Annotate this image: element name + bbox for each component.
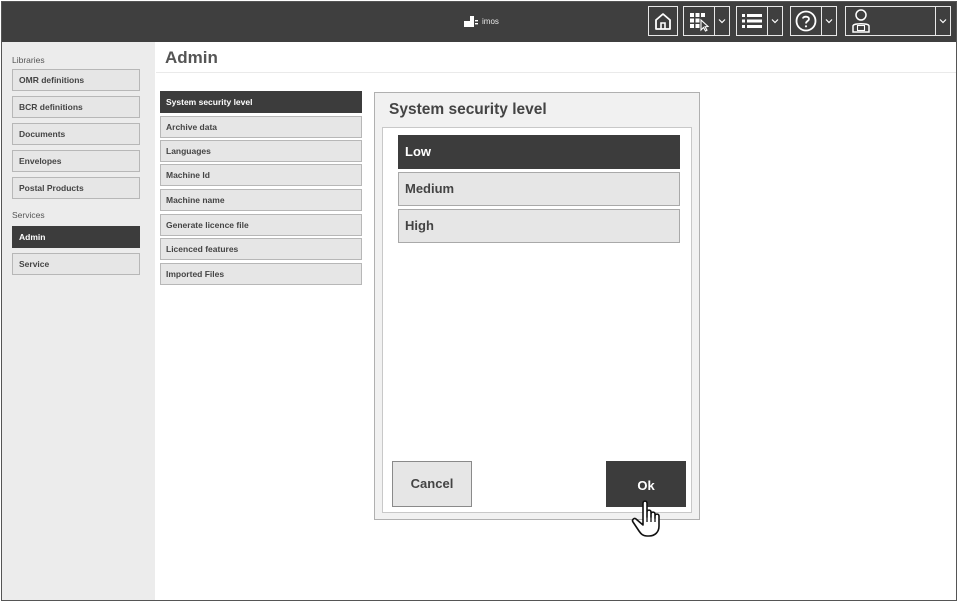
grid-view-caret[interactable] bbox=[714, 7, 729, 35]
sidebar-item-omr-definitions[interactable]: OMR definitions bbox=[12, 69, 140, 91]
sidebar-item-bcr-definitions[interactable]: BCR definitions bbox=[12, 96, 140, 118]
hand-pointer-icon bbox=[631, 500, 660, 537]
user-button[interactable] bbox=[846, 7, 876, 35]
option-medium[interactable]: Medium bbox=[398, 172, 680, 206]
chevron-down-icon bbox=[939, 19, 947, 24]
grid-view-button[interactable] bbox=[684, 7, 714, 35]
admin-menu-system-security-level[interactable]: System security level bbox=[160, 91, 362, 113]
admin-menu-generate-licence-file[interactable]: Generate licence file bbox=[160, 214, 362, 236]
dialog-title: System security level bbox=[389, 101, 547, 118]
logo-text: imos bbox=[482, 17, 499, 26]
help-dropdown[interactable] bbox=[790, 6, 837, 36]
help-caret[interactable] bbox=[821, 7, 836, 35]
admin-menu-licenced-features[interactable]: Licenced features bbox=[160, 238, 362, 260]
list-view-caret[interactable] bbox=[767, 7, 782, 35]
option-high[interactable]: High bbox=[398, 209, 680, 243]
admin-menu-machine-name[interactable]: Machine name bbox=[160, 189, 362, 211]
security-level-dialog: System security level Low Medium High Ca… bbox=[374, 92, 700, 520]
sidebar-item-postal-products[interactable]: Postal Products bbox=[12, 177, 140, 199]
help-button[interactable] bbox=[791, 7, 821, 35]
logo-mark-icon bbox=[464, 16, 478, 27]
list-view-dropdown[interactable] bbox=[736, 6, 783, 36]
sidebar: Libraries OMR definitions BCR definition… bbox=[2, 42, 155, 600]
chevron-down-icon bbox=[825, 19, 833, 24]
top-toolbar: imos bbox=[2, 2, 956, 42]
sidebar-item-envelopes[interactable]: Envelopes bbox=[12, 150, 140, 172]
app-logo: imos bbox=[464, 16, 499, 27]
cancel-button[interactable]: Cancel bbox=[392, 461, 472, 507]
services-section-label: Services bbox=[12, 210, 45, 220]
title-divider bbox=[156, 72, 956, 73]
app-window: imos Libraries OMR definitions BCR defin… bbox=[1, 1, 957, 601]
option-low[interactable]: Low bbox=[398, 135, 680, 169]
home-button[interactable] bbox=[648, 6, 678, 36]
user-caret[interactable] bbox=[935, 7, 950, 35]
user-dropdown[interactable] bbox=[845, 6, 951, 36]
dialog-body: Low Medium High Cancel Ok bbox=[382, 127, 692, 513]
sidebar-item-admin[interactable]: Admin bbox=[12, 226, 140, 248]
user-badge-icon bbox=[852, 9, 870, 33]
list-view-button[interactable] bbox=[737, 7, 767, 35]
grid-view-dropdown[interactable] bbox=[683, 6, 730, 36]
list-icon bbox=[742, 14, 762, 28]
page-title: Admin bbox=[165, 48, 218, 67]
sidebar-item-documents[interactable]: Documents bbox=[12, 123, 140, 145]
help-icon bbox=[795, 10, 817, 32]
home-icon bbox=[655, 13, 671, 30]
admin-menu-machine-id[interactable]: Machine Id bbox=[160, 164, 362, 186]
admin-menu-archive-data[interactable]: Archive data bbox=[160, 116, 362, 138]
libraries-section-label: Libraries bbox=[12, 55, 45, 65]
admin-menu-languages[interactable]: Languages bbox=[160, 140, 362, 162]
chevron-down-icon bbox=[718, 19, 726, 24]
admin-menu-imported-files[interactable]: Imported Files bbox=[160, 263, 362, 285]
chevron-down-icon bbox=[771, 19, 779, 24]
grid-select-icon bbox=[690, 13, 710, 32]
sidebar-item-service[interactable]: Service bbox=[12, 253, 140, 275]
user-spacer bbox=[876, 7, 935, 35]
